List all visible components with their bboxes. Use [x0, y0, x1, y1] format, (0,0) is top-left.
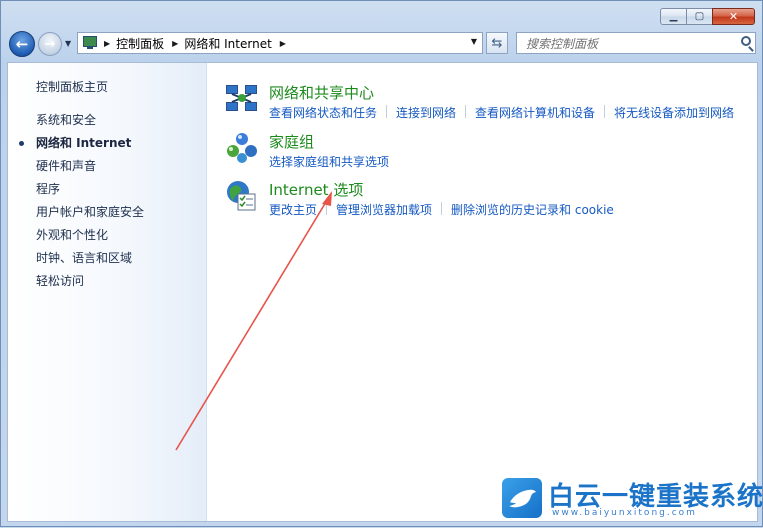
watermark-url: www.baiyunxitong.com [552, 508, 697, 518]
close-button[interactable]: ✕ [712, 8, 755, 25]
chevron-down-icon: ▼ [65, 39, 72, 48]
forward-button[interactable]: → [38, 32, 62, 56]
search-icon[interactable] [741, 36, 751, 46]
link-connect-network[interactable]: 连接到网络 [396, 104, 456, 121]
control-panel-window: ▁ ▢ ✕ ← → ▼ ▶ 控制面板 ▶ 网络和 Internet ▶ ▼ ⇆ … [0, 0, 763, 527]
sidebar-item-hardware-sound[interactable]: 硬件和声音 [36, 157, 96, 174]
sidebar-item-clock-language[interactable]: 时钟、语言和区域 [36, 249, 132, 266]
back-button[interactable]: ← [9, 31, 35, 57]
refresh-icon: ⇆ [491, 35, 503, 51]
link-change-homepage[interactable]: 更改主页 [269, 201, 317, 218]
link-divider [441, 202, 443, 215]
sidebar-item-appearance[interactable]: 外观和个性化 [36, 226, 108, 243]
caption-buttons: ▁ ▢ ✕ [660, 8, 755, 25]
link-divider [386, 105, 388, 118]
link-divider [326, 202, 328, 215]
link-add-wireless-device[interactable]: 将无线设备添加到网络 [614, 104, 734, 121]
internet-options-icon [227, 181, 256, 211]
address-bar[interactable]: ▶ 控制面板 ▶ 网络和 Internet ▶ ▼ [77, 32, 483, 54]
navigation-bar: ← → ▼ ▶ 控制面板 ▶ 网络和 Internet ▶ ▼ ⇆ [1, 27, 762, 61]
minimize-icon: ▁ [669, 10, 678, 22]
category-links: 选择家庭组和共享选项 [269, 153, 389, 170]
category-links: 查看网络状态和任务 连接到网络 查看网络计算机和设备 将无线设备添加到网络 [269, 104, 734, 121]
breadcrumb-control-panel[interactable]: 控制面板 [116, 35, 164, 52]
content-area: 控制面板主页 系统和安全 网络和 Internet 硬件和声音 程序 用户帐户和… [7, 62, 758, 522]
breadcrumb-separator-icon[interactable]: ▶ [104, 39, 110, 48]
link-delete-history[interactable]: 删除浏览的历史记录和 cookie [451, 201, 614, 218]
control-panel-icon [82, 36, 98, 50]
sidebar-home-link[interactable]: 控制面板主页 [36, 78, 108, 95]
recent-pages-dropdown[interactable]: ▼ [65, 39, 71, 48]
sidebar-item-user-accounts[interactable]: 用户帐户和家庭安全 [36, 203, 144, 220]
link-view-network-status[interactable]: 查看网络状态和任务 [269, 104, 377, 121]
minimize-button[interactable]: ▁ [660, 8, 686, 25]
active-bullet-icon [19, 141, 24, 146]
link-view-network-computers[interactable]: 查看网络计算机和设备 [475, 104, 595, 121]
link-divider [604, 105, 606, 118]
category-title[interactable]: 家庭组 [269, 131, 314, 152]
address-dropdown-icon[interactable]: ▼ [471, 37, 477, 46]
category-links: 更改主页 管理浏览器加载项 删除浏览的历史记录和 cookie [269, 201, 614, 218]
search-box [516, 32, 756, 54]
breadcrumb-separator-icon[interactable]: ▶ [172, 39, 178, 48]
watermark: 白云一键重装系统 www.baiyunxitong.com [502, 476, 763, 520]
sidebar-item-programs[interactable]: 程序 [36, 180, 60, 197]
forward-arrow-icon: → [44, 36, 56, 52]
maximize-button[interactable]: ▢ [686, 8, 712, 25]
bird-logo-icon [502, 478, 542, 518]
breadcrumb-separator-icon[interactable]: ▶ [280, 39, 286, 48]
close-icon: ✕ [728, 10, 739, 23]
sidebar-item-system-security[interactable]: 系统和安全 [36, 111, 96, 128]
maximize-icon: ▢ [694, 10, 705, 22]
search-input[interactable] [517, 34, 726, 54]
sidebar-item-ease-of-access[interactable]: 轻松访问 [36, 272, 84, 289]
link-divider [465, 105, 467, 118]
category-title[interactable]: 网络和共享中心 [269, 82, 374, 103]
homegroup-icon [227, 133, 257, 163]
back-arrow-icon: ← [15, 35, 29, 53]
breadcrumb-network-internet[interactable]: 网络和 Internet [184, 35, 271, 52]
link-manage-addons[interactable]: 管理浏览器加载项 [336, 201, 432, 218]
category-title[interactable]: Internet 选项 [269, 179, 363, 200]
sidebar: 控制面板主页 系统和安全 网络和 Internet 硬件和声音 程序 用户帐户和… [8, 63, 207, 521]
sidebar-item-network-internet[interactable]: 网络和 Internet [36, 134, 131, 151]
network-sharing-center-icon [226, 85, 257, 111]
link-homegroup-options[interactable]: 选择家庭组和共享选项 [269, 153, 389, 170]
refresh-button[interactable]: ⇆ [486, 32, 508, 54]
